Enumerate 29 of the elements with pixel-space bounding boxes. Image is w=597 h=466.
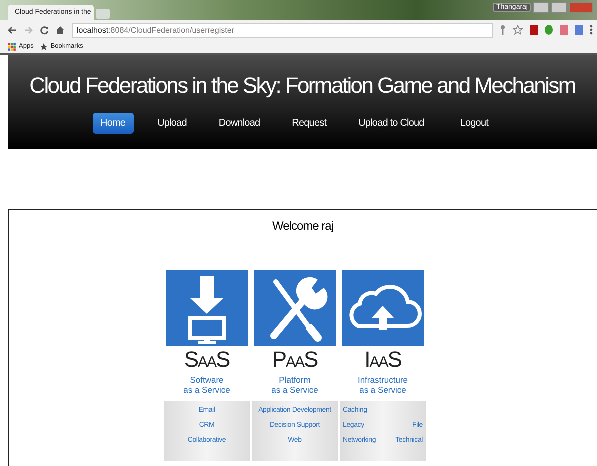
cloud-upload-icon: [342, 270, 424, 346]
site-title: Cloud Federations in the Sky: Formation Game and Mechanism: [30, 73, 576, 99]
welcome-text: Welcome raj: [272, 219, 334, 233]
forward-arrow-icon[interactable]: [24, 26, 33, 34]
logout-link[interactable]: Logout: [452, 113, 496, 134]
download-monitor-icon: [166, 270, 248, 346]
star-icon[interactable]: [513, 25, 523, 35]
nav-link[interactable]: Home: [92, 113, 134, 134]
service-subtitle: Infrastructure as a Service: [358, 375, 408, 395]
nav-link[interactable]: Download: [210, 113, 268, 134]
minimize-button[interactable]: [533, 2, 549, 13]
service-name: SaaS: [184, 348, 230, 372]
home-icon[interactable]: [56, 26, 65, 34]
nav-link[interactable]: Upload: [150, 113, 195, 134]
apps-grid-icon[interactable]: [8, 42, 16, 50]
service-name: PaaS: [272, 348, 318, 372]
wrench-screwdriver-icon: [254, 270, 336, 346]
nav-link[interactable]: Request: [284, 113, 335, 134]
reload-icon[interactable]: [40, 26, 49, 34]
nav-link[interactable]: Upload to Cloud: [350, 113, 432, 134]
service-name: IaaS: [364, 348, 402, 372]
service-subtitle: Software as a Service: [184, 375, 230, 395]
back-arrow-icon[interactable]: [8, 26, 17, 34]
key-icon[interactable]: [500, 25, 506, 35]
menu-icon[interactable]: [590, 25, 593, 35]
service-subtitle: Platform as a Service: [272, 375, 318, 395]
maximize-button[interactable]: [551, 2, 567, 13]
star-icon: [40, 42, 48, 50]
address-field[interactable]: localhost:8084/CloudFederation/userregister: [72, 22, 493, 38]
